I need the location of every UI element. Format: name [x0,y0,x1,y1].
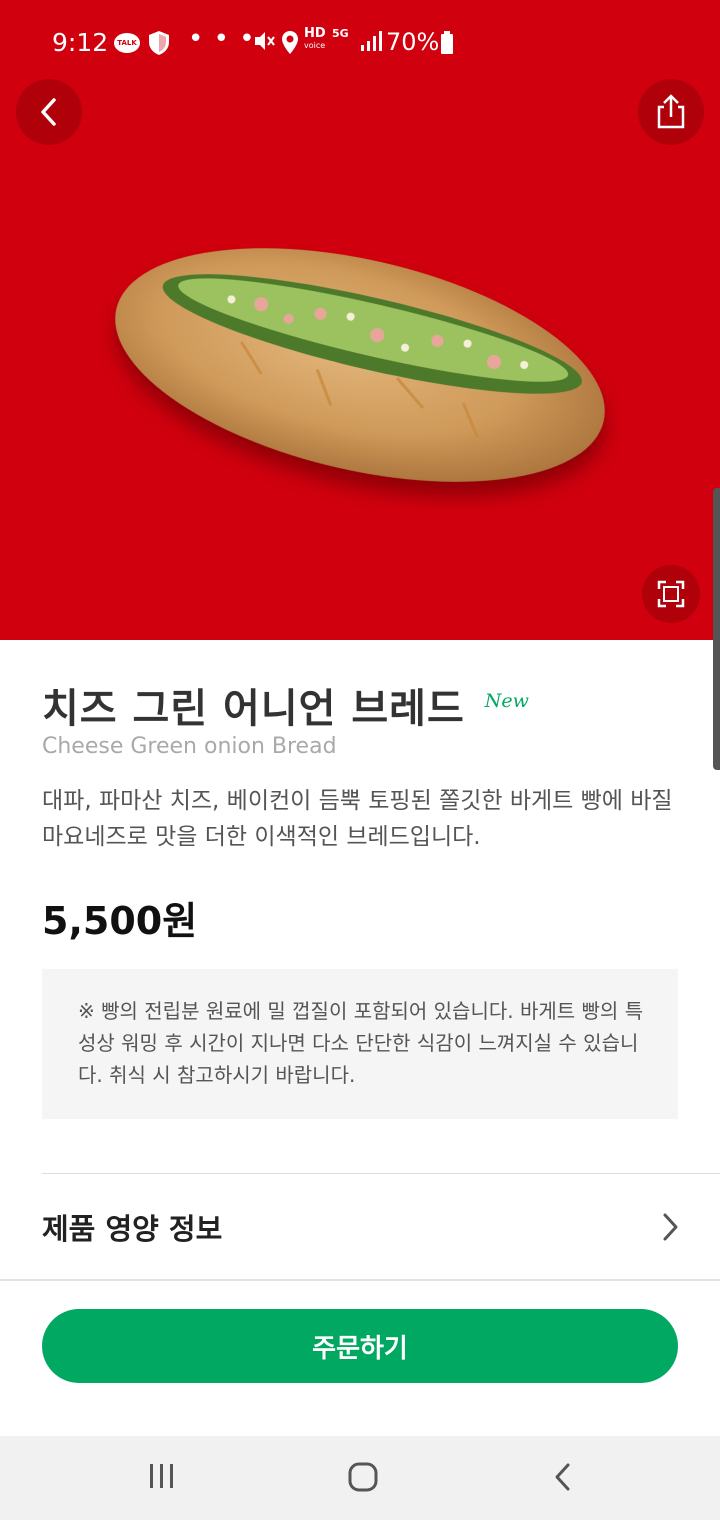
chevron-left-icon [41,98,56,126]
kakaotalk-icon: TALK [114,33,140,53]
product-image [100,220,620,514]
hd-voice-icon: HD voice [304,26,326,52]
product-price: 5,500원 [42,899,198,943]
location-icon [280,30,300,62]
fullscreen-button[interactable] [642,565,700,623]
shield-icon [148,30,170,62]
product-description: 대파, 파마산 치즈, 베이컨이 듬뿍 토핑된 쫄깃한 바게트 빵에 바질 마요… [42,788,673,850]
home-button[interactable] [348,1462,378,1496]
product-hero: 9:12 TALK • • • HD voice 5G 70% [0,0,720,640]
back-button[interactable] [16,79,82,145]
system-navigation-bar [0,1436,720,1520]
order-button[interactable]: 주문하기 [42,1309,678,1383]
vibrate-mute-icon [252,29,276,59]
system-back-button[interactable] [552,1462,574,1496]
battery-icon [440,31,454,61]
nutrition-info-row[interactable]: 제품 영양 정보 [42,1174,720,1280]
recents-button[interactable] [148,1462,176,1494]
hd-label: HD [304,26,326,41]
scroll-indicator [713,488,720,770]
network-5g-icon: 5G [332,27,349,40]
status-time: 9:12 [52,28,109,57]
recents-icon [150,1464,173,1488]
home-icon [348,1462,378,1492]
product-notice: ※ 빵의 전립분 원료에 밀 껍질이 포함되어 있습니다. 바게트 빵의 특성상… [42,969,678,1119]
share-icon [657,94,685,129]
fullscreen-icon [657,580,685,608]
product-english-name: Cheese Green onion Bread [42,734,337,759]
overflow-dots: • • • [188,24,256,54]
back-icon [555,1463,570,1491]
voice-label: voice [304,41,326,50]
nutrition-info-label: 제품 영양 정보 [42,1212,223,1246]
new-badge: New [484,690,529,712]
product-title: 치즈 그린 어니언 브레드 [42,686,465,732]
signal-icon [360,30,382,58]
chevron-right-icon [663,1213,678,1241]
share-button[interactable] [638,79,704,145]
product-title-row: 치즈 그린 어니언 브레드 New [42,676,529,734]
battery-percent: 70% [386,28,440,56]
status-bar: 9:12 TALK • • • HD voice 5G 70% [0,0,720,88]
divider [0,1279,720,1281]
